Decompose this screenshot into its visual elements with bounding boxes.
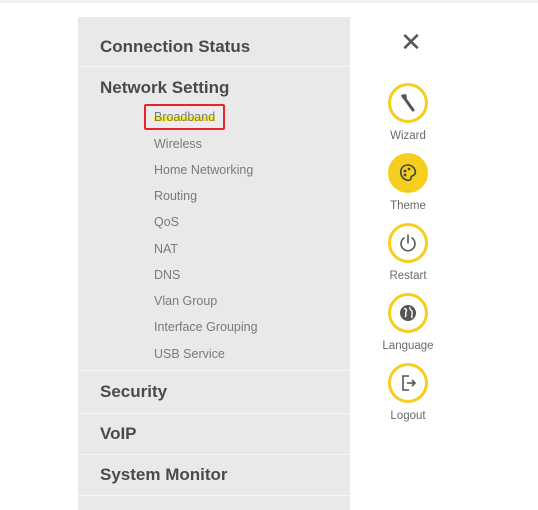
submenu-wireless[interactable]: Wireless	[154, 136, 202, 152]
menu-security[interactable]: Security	[78, 372, 350, 412]
menu-divider	[78, 495, 350, 496]
menu-voip[interactable]: VoIP	[78, 414, 350, 454]
restart-button[interactable]: Restart	[384, 223, 432, 282]
language-button[interactable]: Language	[382, 293, 434, 352]
power-icon	[388, 223, 428, 263]
wizard-button[interactable]: Wizard	[384, 83, 432, 142]
close-icon[interactable]: ✕	[397, 29, 425, 57]
top-strip	[0, 0, 538, 3]
submenu-routing[interactable]: Routing	[154, 188, 197, 204]
theme-button[interactable]: Theme	[384, 153, 432, 212]
submenu-dns[interactable]: DNS	[154, 267, 180, 283]
submenu-interface-grouping[interactable]: Interface Grouping	[154, 319, 258, 335]
submenu-usb-service[interactable]: USB Service	[154, 346, 225, 362]
menu-column: Connection Status Network Setting Broadb…	[78, 17, 350, 510]
theme-label: Theme	[390, 200, 426, 212]
menu-divider	[78, 66, 350, 67]
submenu-broadband[interactable]: Broadband	[144, 104, 226, 130]
wizard-label: Wizard	[390, 130, 426, 142]
restart-label: Restart	[389, 270, 427, 282]
submenu-qos[interactable]: QoS	[154, 214, 179, 230]
navigation-panel: Connection Status Network Setting Broadb…	[78, 17, 455, 510]
submenu-broadband-label: Broadband	[154, 110, 216, 124]
quick-tools-column: ✕ Wizard Theme Restart Language Logout	[350, 17, 455, 510]
submenu-vlan-group[interactable]: Vlan Group	[154, 293, 217, 309]
menu-system-monitor[interactable]: System Monitor	[78, 455, 350, 495]
wand-icon	[388, 83, 428, 123]
globe-icon	[388, 293, 428, 333]
menu-connection-status[interactable]: Connection Status	[78, 27, 350, 67]
logout-icon	[388, 363, 428, 403]
logout-button[interactable]: Logout	[384, 363, 432, 422]
logout-label: Logout	[390, 410, 426, 422]
language-label: Language	[382, 340, 434, 352]
palette-icon	[388, 153, 428, 193]
submenu-nat[interactable]: NAT	[154, 241, 178, 257]
menu-network-setting[interactable]: Network Setting	[78, 68, 350, 108]
submenu-home-networking[interactable]: Home Networking	[154, 162, 253, 178]
menu-divider	[78, 370, 350, 371]
